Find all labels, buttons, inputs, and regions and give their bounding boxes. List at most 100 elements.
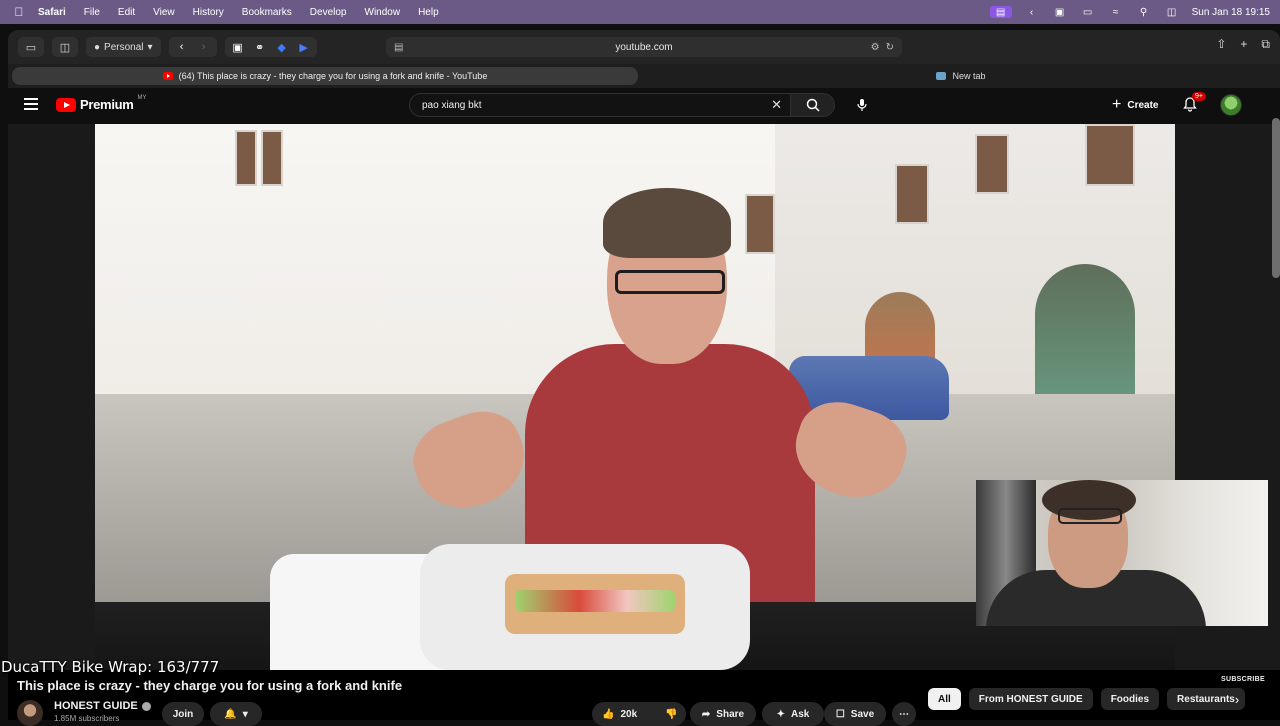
chevron-down-icon: ▾ — [147, 41, 153, 53]
tab-new-tab[interactable]: New tab — [648, 67, 1274, 85]
thumbs-up-icon: 👍 — [602, 708, 615, 720]
wifi-icon[interactable]: ≈ — [1108, 6, 1124, 18]
building-window — [895, 164, 929, 224]
channel-avatar[interactable] — [17, 700, 43, 726]
save-button[interactable]: ☐ Save — [824, 702, 886, 726]
profile-button[interactable]: ● Personal ▾ — [86, 37, 161, 57]
plus-icon: + — [1112, 96, 1122, 113]
tab-overview-icon[interactable]: ▭ — [18, 37, 44, 57]
notifications-button[interactable]: 9+ — [1182, 92, 1206, 114]
voice-search-button[interactable] — [850, 93, 874, 117]
chip-foodies[interactable]: Foodies — [1100, 688, 1160, 710]
safari-window: ▭ ◫ ● Personal ▾ ‹ › ▣ ⚭ ◆ ▶ ▤ youtube.c… — [8, 30, 1280, 720]
forward-icon[interactable]: › — [195, 41, 213, 53]
building-window — [1085, 124, 1135, 186]
stage-manager-icon[interactable]: ▤ — [989, 6, 1012, 18]
building-window — [261, 130, 283, 186]
share-arrow-icon: ➦ — [701, 708, 711, 720]
subscription-bell-button[interactable]: 🔔 ▾ — [210, 702, 262, 726]
tab-youtube-title: (64) This place is crazy - they charge y… — [178, 71, 488, 81]
verified-icon — [141, 701, 151, 711]
region-code: MY — [137, 94, 147, 101]
profile-label: Personal — [104, 41, 144, 53]
menu-history[interactable]: History — [193, 7, 224, 18]
dislike-button[interactable]: 👎 — [665, 709, 677, 720]
person-icon: ● — [94, 41, 101, 53]
sidebar-icon[interactable]: ◫ — [52, 37, 78, 57]
search-button[interactable] — [791, 93, 835, 117]
chevron-right-icon[interactable]: › — [1226, 688, 1248, 710]
youtube-logo[interactable]: Premium MY — [56, 94, 147, 112]
clear-search-icon[interactable]: ✕ — [771, 97, 782, 113]
create-label: Create — [1127, 99, 1159, 111]
search-input-value: pao xiang bkt — [422, 99, 482, 111]
control-center-icon[interactable]: ◫ — [1164, 6, 1180, 18]
macos-menubar:  Safari File Edit View History Bookmark… — [0, 0, 1280, 24]
page-scrollbar[interactable] — [1272, 118, 1280, 278]
create-button[interactable]: + Create — [1102, 94, 1168, 116]
bell-icon: 🔔 — [224, 708, 237, 720]
chip-from-channel[interactable]: From HONEST GUIDE — [968, 688, 1093, 710]
extension-arrow-icon[interactable]: ▶ — [295, 41, 313, 54]
chevron-left-icon[interactable]: ‹ — [1024, 6, 1040, 18]
sandwich — [505, 574, 685, 634]
video-player[interactable]: SUBSCRIBE — [8, 124, 1280, 683]
new-tab-icon[interactable]: + — [1240, 37, 1247, 52]
extension-image-icon[interactable]: ▣ — [229, 41, 247, 54]
search-input[interactable]: pao xiang bkt ✕ — [409, 93, 791, 117]
presenter-glasses — [615, 270, 725, 294]
channel-name-link[interactable]: HONEST GUIDE — [54, 700, 151, 712]
menu-file[interactable]: File — [84, 7, 100, 18]
battery-icon[interactable]: ▭ — [1080, 6, 1096, 18]
microphone-icon — [857, 99, 867, 111]
translate-icon[interactable]: ⚙ — [871, 42, 880, 53]
search-box: pao xiang bkt ✕ — [409, 93, 835, 117]
menu-app-name[interactable]: Safari — [38, 7, 66, 18]
youtube-brand: Premium — [80, 97, 134, 112]
screen-icon[interactable]: ▣ — [1052, 6, 1068, 18]
toolbar-right: ⇧ + ⧉ — [1216, 37, 1270, 52]
menu-develop[interactable]: Develop — [310, 7, 347, 18]
video-title: This place is crazy - they charge you fo… — [17, 678, 403, 693]
chevron-down-icon: ▾ — [242, 708, 248, 720]
reload-icon[interactable]: ↻ — [886, 42, 894, 53]
save-label: Save — [850, 708, 875, 720]
extension-shield-icon[interactable]: ◆ — [273, 41, 291, 54]
search-icon[interactable]: ⚲ — [1136, 6, 1152, 18]
like-button[interactable]: 👍 20k — [602, 709, 637, 720]
stream-overlay-text: DucaTTY Bike Wrap: 163/777 — [1, 658, 220, 676]
more-actions-button[interactable]: ⋯ — [892, 702, 916, 726]
related-filter-chips: All From HONEST GUIDE Foodies Restaurant… — [928, 688, 1245, 710]
menu-bookmarks[interactable]: Bookmarks — [242, 7, 292, 18]
address-text[interactable]: youtube.com — [615, 42, 672, 53]
subscribe-watermark[interactable]: SUBSCRIBE — [1221, 676, 1265, 683]
menu-window[interactable]: Window — [365, 7, 401, 18]
extension-glasses-icon[interactable]: ⚭ — [251, 41, 269, 54]
menu-view[interactable]: View — [153, 7, 175, 18]
share-button[interactable]: ➦ Share — [690, 702, 756, 726]
page-menu-icon[interactable]: ▤ — [394, 42, 403, 53]
address-bar[interactable]: ▤ youtube.com ⚙ ↻ — [386, 37, 902, 57]
chip-all[interactable]: All — [928, 688, 961, 710]
more-horizontal-icon: ⋯ — [899, 708, 909, 720]
pip-glasses — [1058, 508, 1122, 524]
nav-buttons: ‹ › — [168, 37, 217, 57]
account-avatar[interactable] — [1220, 94, 1242, 116]
menubar-status-area: ▤ ‹ ▣ ▭ ≈ ⚲ ◫ Sun Jan 18 19:15 — [989, 6, 1280, 18]
tab-youtube[interactable]: (64) This place is crazy - they charge y… — [12, 67, 638, 85]
menubar-clock[interactable]: Sun Jan 18 19:15 — [1192, 7, 1270, 18]
ask-button[interactable]: ✦ Ask — [762, 702, 824, 726]
tab-new-tab-title: New tab — [952, 71, 986, 81]
share-icon[interactable]: ⇧ — [1216, 37, 1226, 52]
youtube-play-icon — [56, 97, 76, 112]
back-icon[interactable]: ‹ — [173, 41, 191, 53]
menu-edit[interactable]: Edit — [118, 7, 135, 18]
tabs-icon[interactable]: ⧉ — [1261, 37, 1270, 52]
extension-buttons: ▣ ⚭ ◆ ▶ — [224, 37, 317, 57]
menu-icon[interactable] — [24, 98, 38, 110]
join-label: Join — [172, 708, 194, 720]
menu-help[interactable]: Help — [418, 7, 439, 18]
apple-icon[interactable]:  — [0, 5, 38, 19]
safari-toolbar: ▭ ◫ ● Personal ▾ ‹ › ▣ ⚭ ◆ ▶ ▤ youtube.c… — [8, 30, 1280, 64]
join-button[interactable]: Join — [162, 702, 204, 726]
